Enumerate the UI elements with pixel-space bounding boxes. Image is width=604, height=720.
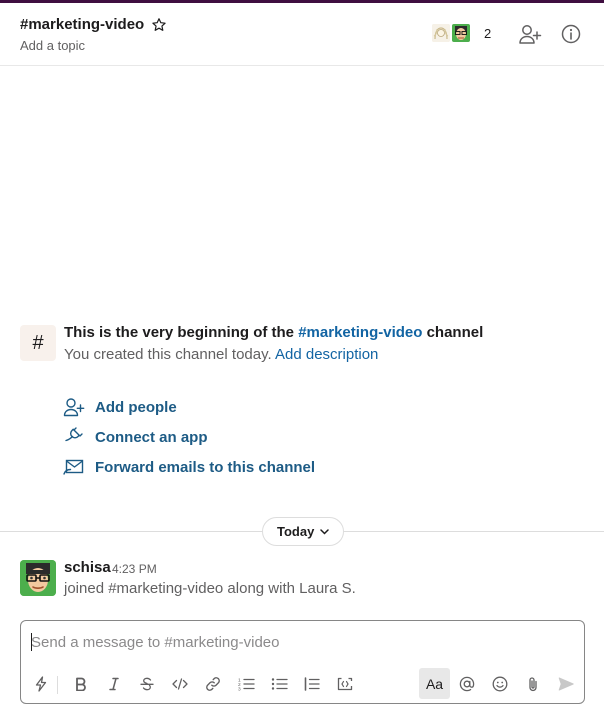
add-topic-link[interactable]: Add a topic xyxy=(20,38,85,53)
members-button[interactable]: 2 xyxy=(430,22,491,44)
shortcuts-lightning-icon[interactable] xyxy=(27,670,55,698)
bulleted-list-icon[interactable] xyxy=(265,670,293,698)
member-count: 2 xyxy=(484,25,492,41)
blockquote-icon[interactable] xyxy=(298,670,326,698)
send-icon[interactable] xyxy=(552,670,580,698)
link-icon[interactable] xyxy=(199,670,227,698)
formatting-toolbar: 123 Aa xyxy=(21,666,584,703)
text-caret xyxy=(31,633,32,651)
connect-app-action[interactable]: Connect an app xyxy=(63,427,208,447)
intro-subtitle: You created this channel today. Add desc… xyxy=(64,346,378,363)
add-people-action[interactable]: Add people xyxy=(63,397,177,417)
add-member-icon[interactable] xyxy=(518,22,542,46)
add-person-icon xyxy=(63,397,85,417)
chevron-down-icon xyxy=(320,527,330,537)
formatting-toggle-button[interactable]: Aa xyxy=(419,668,450,699)
channel-header: #marketing-video Add a topic 2 xyxy=(0,3,604,66)
channel-hash-icon: # xyxy=(20,325,56,361)
member-avatar xyxy=(450,22,472,44)
info-icon[interactable] xyxy=(559,22,583,46)
intro-channel-link[interactable]: #marketing-video xyxy=(298,324,422,341)
avatar[interactable] xyxy=(20,560,56,596)
mention-icon[interactable] xyxy=(453,670,481,698)
intro-title-prefix: This is the very beginning of the xyxy=(64,324,299,341)
intro-subtitle-text: You created this channel today. xyxy=(64,346,272,363)
attachment-icon[interactable] xyxy=(519,670,547,698)
add-people-label: Add people xyxy=(95,398,177,416)
emoji-icon[interactable] xyxy=(486,670,514,698)
message-timestamp[interactable]: 4:23 PM xyxy=(112,562,157,576)
today-label: Today xyxy=(277,524,315,539)
plug-icon xyxy=(63,427,85,447)
intro-title-suffix: channel xyxy=(422,324,484,341)
message-text: joined #marketing-video along with Laura… xyxy=(64,580,356,597)
add-description-link[interactable]: Add description xyxy=(275,346,378,363)
message-author[interactable]: schisa xyxy=(64,559,111,576)
message-composer: 123 Aa xyxy=(20,620,585,704)
forward-emails-action[interactable]: Forward emails to this channel xyxy=(63,457,315,477)
code-block-icon[interactable] xyxy=(331,670,359,698)
toolbar-separator xyxy=(57,676,58,694)
bold-icon[interactable] xyxy=(67,670,95,698)
strikethrough-icon[interactable] xyxy=(133,670,161,698)
code-icon[interactable] xyxy=(166,670,194,698)
connect-app-label: Connect an app xyxy=(95,428,208,446)
forward-emails-label: Forward emails to this channel xyxy=(95,458,316,476)
today-divider-button[interactable]: Today xyxy=(262,517,345,546)
svg-text:3: 3 xyxy=(238,687,241,692)
star-icon[interactable] xyxy=(151,17,167,33)
message-input[interactable] xyxy=(31,629,571,655)
member-avatar xyxy=(430,22,452,44)
email-forward-icon xyxy=(63,457,85,477)
channel-name[interactable]: #marketing-video xyxy=(20,16,144,33)
numbered-list-icon[interactable]: 123 xyxy=(232,670,260,698)
channel-name-row: #marketing-video xyxy=(20,16,167,33)
italic-icon[interactable] xyxy=(100,670,128,698)
intro-title: This is the very beginning of the #marke… xyxy=(64,324,483,341)
